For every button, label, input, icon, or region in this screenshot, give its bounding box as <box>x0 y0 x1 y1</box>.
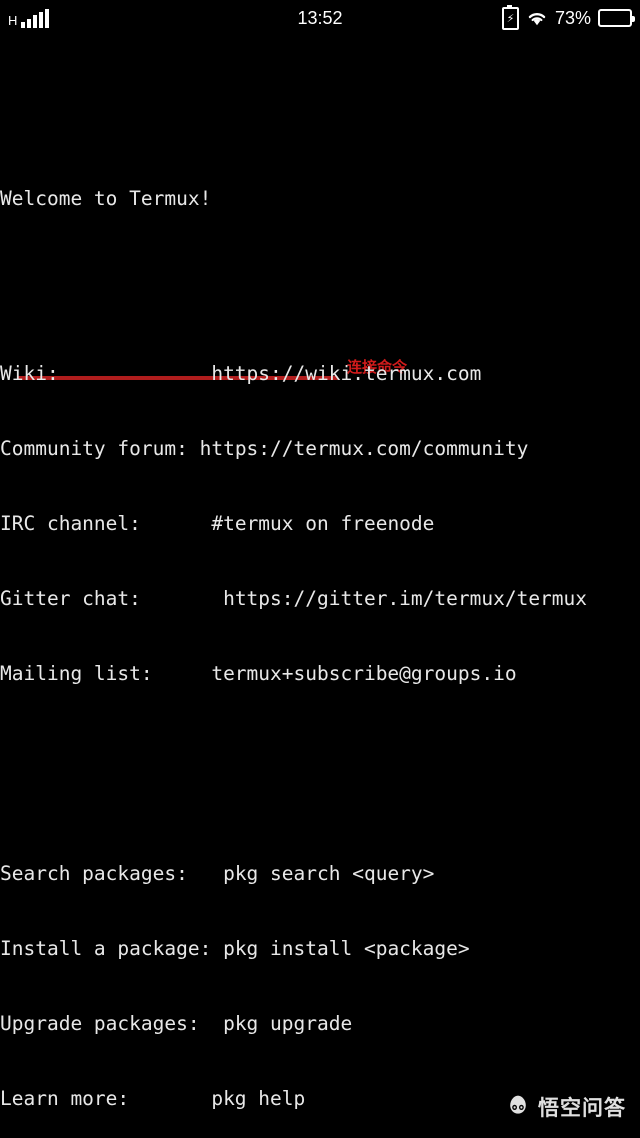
status-bar: H 13:52 ⚡ 73% <box>0 0 640 36</box>
pad <box>200 1012 223 1035</box>
banner-learn-value: pkg help <box>211 1087 306 1110</box>
status-right-group: ⚡ 73% <box>501 4 635 30</box>
banner-install-value: pkg install <package> <box>223 937 470 960</box>
wukong-logo-icon <box>505 1095 531 1119</box>
banner-mailing-label: Mailing list: <box>0 662 153 685</box>
banner-wiki-value: https://wiki.termux.com <box>211 362 482 385</box>
banner-irc-value: #termux on freenode <box>211 512 435 535</box>
banner-search-line: Search packages: pkg search <query> <box>0 861 640 886</box>
banner-learn-label: Learn more: <box>0 1087 130 1110</box>
banner-mailing-value: termux+subscribe@groups.io <box>211 662 517 685</box>
banner-upgrade-label: Upgrade packages: <box>0 1012 200 1035</box>
banner-mailing-line: Mailing list: termux+subscribe@groups.io <box>0 661 640 686</box>
banner-search-value: pkg search <query> <box>223 862 435 885</box>
banner-gitter-label: Gitter chat: <box>0 587 141 610</box>
watermark-label: 悟空问答 <box>538 1096 626 1120</box>
banner-install-line: Install a package: pkg install <package> <box>0 936 640 961</box>
banner-forum-value: https://termux.com/community <box>199 437 529 460</box>
banner-irc-label: IRC channel: <box>0 512 141 535</box>
watermark: 悟空问答 <box>505 1092 626 1122</box>
pad <box>141 512 211 535</box>
banner-upgrade-value: pkg upgrade <box>223 1012 353 1035</box>
banner-wiki-label: Wiki: <box>0 362 59 385</box>
banner-welcome-line: Welcome to Termux! <box>0 186 640 211</box>
battery-charging-icon: ⚡ <box>501 4 519 30</box>
battery-percent-label: 73% <box>554 7 591 28</box>
banner-gitter-line: Gitter chat: https://gitter.im/termux/te… <box>0 586 640 611</box>
banner-irc-line: IRC channel: #termux on freenode <box>0 511 640 536</box>
pad <box>129 1087 211 1110</box>
banner-search-label: Search packages: <box>0 862 188 885</box>
banner-wiki-line: Wiki: https://wiki.termux.com <box>0 361 640 386</box>
banner-forum-line: Community forum: https://termux.com/comm… <box>0 436 640 461</box>
banner-welcome-text: Welcome to Termux! <box>0 187 212 210</box>
battery-icon <box>598 9 635 27</box>
pad <box>188 437 200 460</box>
pad <box>211 937 223 960</box>
banner-install-label: Install a package: <box>0 937 212 960</box>
pad <box>141 587 223 610</box>
banner-upgrade-line: Upgrade packages: pkg upgrade <box>0 1011 640 1036</box>
pad <box>188 862 223 885</box>
banner-gitter-value: https://gitter.im/termux/termux <box>223 587 588 610</box>
pad <box>59 362 212 385</box>
termux-terminal-output[interactable]: 连接命令 Welcome to Termux! Wiki: https://wi… <box>0 36 640 1138</box>
pad <box>153 662 212 685</box>
banner-forum-label: Community forum: <box>0 437 188 460</box>
wifi-icon <box>526 9 548 27</box>
